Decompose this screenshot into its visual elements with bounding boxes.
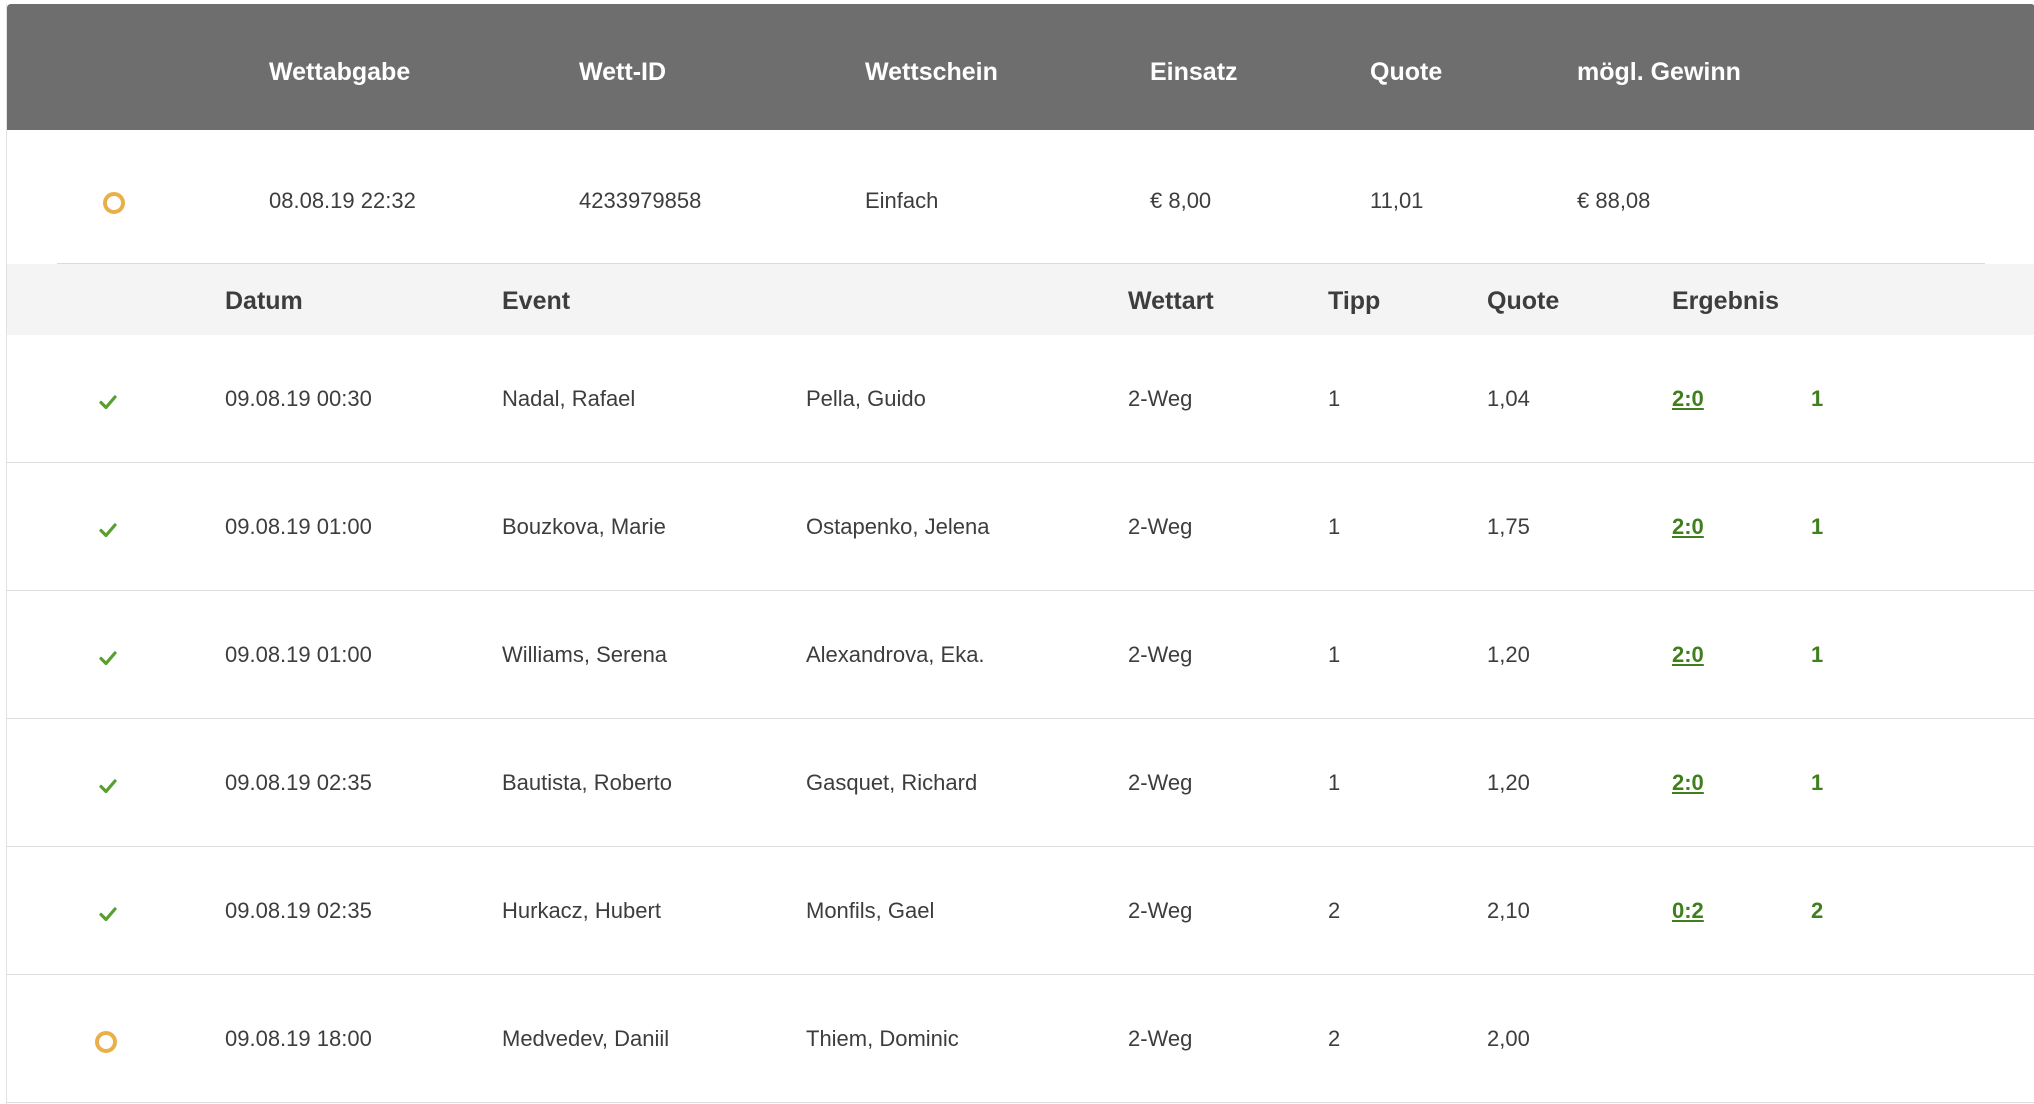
row-tip: 2 xyxy=(1328,898,1341,923)
row-result-score-link[interactable]: 2:0 xyxy=(1672,386,1704,412)
row-result-outcome: 1 xyxy=(1811,514,1824,539)
page: Wettabgabe Wett-ID Wettschein Einsatz Qu… xyxy=(0,0,2034,1104)
check-icon xyxy=(99,523,117,538)
row-date: 09.08.19 01:00 xyxy=(225,514,372,539)
row-date: 09.08.19 01:00 xyxy=(225,642,372,667)
table-row[interactable]: 09.08.19 01:00 Bouzkova, Marie Ostapenko, … xyxy=(7,463,2034,591)
check-icon xyxy=(99,395,117,410)
row-player-away: Ostapenko, Jelena xyxy=(806,514,990,539)
pending-circle-icon xyxy=(103,192,125,214)
row-player-away: Thiem, Dominic xyxy=(806,1026,959,1051)
row-player-home: Bautista, Roberto xyxy=(502,770,672,795)
summary-slip-type: Einfach xyxy=(865,188,939,213)
pending-circle-icon xyxy=(95,1031,117,1053)
header-wettschein: Wettschein xyxy=(865,58,998,86)
row-result-score-link[interactable]: 2:0 xyxy=(1672,514,1704,540)
row-bet-type: 2-Weg xyxy=(1128,898,1193,923)
row-result-score-link[interactable]: 2:0 xyxy=(1672,770,1704,796)
row-date: 09.08.19 00:30 xyxy=(225,386,372,411)
row-tip: 1 xyxy=(1328,642,1341,667)
row-player-home: Bouzkova, Marie xyxy=(502,514,666,539)
row-player-home: Williams, Serena xyxy=(502,642,668,667)
header-wett-id: Wett-ID xyxy=(579,58,667,86)
check-icon xyxy=(99,779,117,794)
row-player-away: Pella, Guido xyxy=(806,386,926,411)
row-bet-type: 2-Weg xyxy=(1128,386,1193,411)
row-tip: 1 xyxy=(1328,386,1341,411)
summary-odds: 11,01 xyxy=(1370,188,1424,213)
bet-table-header: Wettabgabe Wett-ID Wettschein Einsatz Qu… xyxy=(7,4,2034,130)
row-bet-type: 2-Weg xyxy=(1128,770,1193,795)
header-datum: Datum xyxy=(225,287,303,315)
row-tip: 1 xyxy=(1328,770,1341,795)
row-date: 09.08.19 18:00 xyxy=(225,1026,372,1051)
header-quote-detail: Quote xyxy=(1487,287,1560,315)
check-icon xyxy=(99,907,117,922)
row-result-score-link[interactable]: 0:2 xyxy=(1672,898,1704,924)
row-result-outcome: 2 xyxy=(1811,898,1824,923)
table-row[interactable]: 09.08.19 02:35 Hurkacz, Hubert Monfils, Ga… xyxy=(7,847,2034,975)
table-row[interactable]: 09.08.19 00:30 Nadal, Rafael Pella, Guido 2… xyxy=(7,335,2034,463)
row-tip: 2 xyxy=(1328,1026,1341,1051)
row-odds: 2,00 xyxy=(1487,1026,1530,1051)
row-player-away: Monfils, Gael xyxy=(806,898,935,923)
row-bet-type: 2-Weg xyxy=(1128,514,1193,539)
header-wettabgabe: Wettabgabe xyxy=(269,58,411,86)
header-einsatz: Einsatz xyxy=(1150,58,1238,86)
summary-date: 08.08.19 22:32 xyxy=(269,188,416,213)
detail-rows: 09.08.19 00:30 Nadal, Rafael Pella, Guido 2… xyxy=(7,335,2034,1103)
row-player-home: Hurkacz, Hubert xyxy=(502,898,661,923)
row-player-home: Medvedev, Daniil xyxy=(502,1026,670,1051)
summary-stake: € 8,00 xyxy=(1150,188,1212,213)
row-bet-type: 2-Weg xyxy=(1128,1026,1193,1051)
header-wettart: Wettart xyxy=(1128,287,1214,315)
row-date: 09.08.19 02:35 xyxy=(225,898,372,923)
summary-bet-id: 4233979858 xyxy=(579,188,702,213)
detail-table-header: Datum Event Wettart Tipp Quote Ergebnis xyxy=(7,264,2034,335)
bet-detail-panel: Wettabgabe Wett-ID Wettschein Einsatz Qu… xyxy=(6,4,2034,1104)
bet-summary-row[interactable]: 08.08.19 22:32 4233979858 Einfach € 8,00… xyxy=(7,130,2034,264)
header-quote: Quote xyxy=(1370,58,1443,86)
table-row[interactable]: 09.08.19 01:00 Williams, Serena Alexandrov… xyxy=(7,591,2034,719)
table-row[interactable]: 09.08.19 02:35 Bautista, Roberto Gasquet, … xyxy=(7,719,2034,847)
row-player-home: Nadal, Rafael xyxy=(502,386,636,411)
row-player-away: Gasquet, Richard xyxy=(806,770,978,795)
header-moegl-gewinn: mögl. Gewinn xyxy=(1577,58,1741,86)
row-odds: 2,10 xyxy=(1487,898,1530,923)
row-result-score-link[interactable]: 2:0 xyxy=(1672,642,1704,668)
header-event: Event xyxy=(502,287,571,315)
row-odds: 1,20 xyxy=(1487,642,1530,667)
row-result-outcome: 1 xyxy=(1811,770,1824,795)
row-result-outcome: 1 xyxy=(1811,386,1824,411)
check-icon xyxy=(99,651,117,666)
row-tip: 1 xyxy=(1328,514,1341,539)
row-odds: 1,75 xyxy=(1487,514,1530,539)
row-date: 09.08.19 02:35 xyxy=(225,770,372,795)
header-tipp: Tipp xyxy=(1328,287,1381,315)
row-result-outcome: 1 xyxy=(1811,642,1824,667)
header-ergebnis: Ergebnis xyxy=(1672,287,1779,315)
summary-potential-win: € 88,08 xyxy=(1577,188,1651,213)
row-odds: 1,20 xyxy=(1487,770,1530,795)
table-row[interactable]: 09.08.19 18:00 Medvedev, Daniil Thiem, Dom… xyxy=(7,975,2034,1103)
row-player-away: Alexandrova, Eka. xyxy=(806,642,985,667)
row-bet-type: 2-Weg xyxy=(1128,642,1193,667)
row-odds: 1,04 xyxy=(1487,386,1530,411)
